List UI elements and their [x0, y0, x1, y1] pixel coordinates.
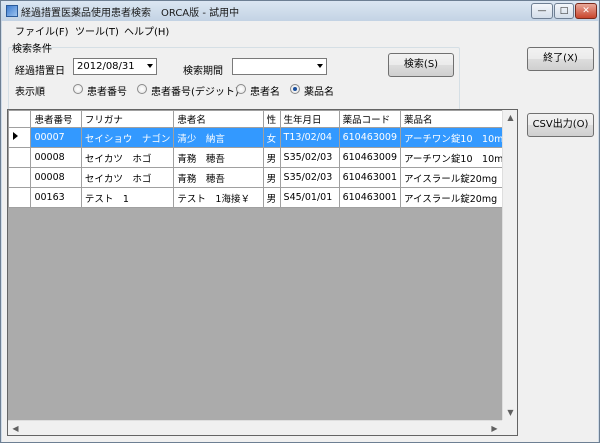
table-cell[interactable]: 清少 納言: [173, 127, 264, 148]
scroll-right-icon[interactable]: ▶: [487, 421, 502, 435]
table-cell[interactable]: 00008: [30, 147, 82, 168]
column-header[interactable]: フリガナ: [80, 110, 175, 128]
header-row: 患者番号 フリガナ 患者名 性 生年月日 薬品コード 薬品名: [8, 110, 517, 128]
window-title: 経過措置医薬品使用患者検索 ORCA版 - 試用中: [21, 8, 240, 19]
table-cell[interactable]: 男: [262, 187, 281, 208]
radio-icon: [73, 84, 83, 94]
app-icon: [6, 5, 18, 17]
table-cell[interactable]: 610463001: [338, 187, 402, 208]
table-cell[interactable]: 00008: [30, 167, 82, 188]
table-cell[interactable]: 青務 穂吾: [173, 167, 264, 188]
table-cell[interactable]: 男: [262, 167, 281, 188]
period-combo[interactable]: [232, 58, 327, 75]
sort-label: 表示順: [15, 87, 45, 98]
chevron-down-icon: [317, 64, 323, 68]
table-cell[interactable]: セイショウ ナゴン: [80, 127, 175, 148]
scrollbar-corner: [502, 420, 517, 435]
chevron-down-icon: [147, 64, 153, 68]
table-row[interactable]: 00008 セイカツ ホゴ 青務 穂吾男 S35/02/03 610463009 アーチワ…: [8, 147, 517, 168]
sort-option-label: 患者名: [250, 87, 280, 98]
table-cell[interactable]: 610463009: [338, 127, 402, 148]
minimize-button[interactable]: —: [531, 3, 553, 19]
search-button[interactable]: 検索(S): [388, 53, 454, 77]
table-cell[interactable]: 00163: [30, 187, 82, 208]
date-combo[interactable]: 2012/08/31: [73, 58, 157, 75]
client-area: ファイル(F) ツール(T) ヘルプ(H) 検索条件 経過措置日 2012/08…: [2, 21, 598, 442]
table-cell[interactable]: アイスラール錠20mg: [400, 167, 517, 188]
radio-selected-icon: [290, 84, 300, 94]
table-cell[interactable]: S45/01/01: [279, 187, 340, 208]
menu-file[interactable]: ファイル(F): [15, 23, 69, 38]
table-cell[interactable]: 女: [262, 127, 281, 148]
column-header[interactable]: 薬品名: [400, 110, 517, 128]
search-conditions-label: 検索条件: [12, 44, 52, 55]
csv-export-button[interactable]: CSV出力(O): [527, 113, 594, 137]
table-cell[interactable]: テスト 1海接￥: [173, 187, 264, 208]
table-cell[interactable]: S35/02/03: [279, 147, 340, 168]
row-header-corner: [8, 110, 32, 128]
column-header[interactable]: 患者名: [173, 110, 264, 128]
table-row[interactable]: 00007 セイショウ ナゴン 清少 納言女 T13/02/04 610463009 アー…: [8, 127, 517, 148]
menu-help[interactable]: ヘルプ(H): [124, 23, 169, 38]
date-value: 2012/08/31: [77, 61, 135, 72]
sort-option-label: 患者番号: [87, 87, 127, 98]
exit-button[interactable]: 終了(X): [527, 47, 594, 71]
vertical-scrollbar[interactable]: ▲ ▼: [502, 110, 517, 420]
column-header[interactable]: 薬品コード: [338, 110, 402, 128]
table-cell[interactable]: テスト 1: [80, 187, 175, 208]
maximize-button[interactable]: □: [554, 3, 574, 19]
radio-icon: [137, 84, 147, 94]
table-cell[interactable]: セイカツ ホゴ: [80, 167, 175, 188]
table-cell[interactable]: S35/02/03: [279, 167, 340, 188]
table-cell[interactable]: アーチワン錠10 10mg: [400, 127, 517, 148]
table-cell[interactable]: 610463009: [338, 147, 402, 168]
results-table: 患者番号 フリガナ 患者名 性 生年月日 薬品コード 薬品名 00007 セイショ…: [8, 110, 517, 208]
table-cell[interactable]: 610463001: [338, 167, 402, 188]
table-cell[interactable]: 00007: [30, 127, 82, 148]
current-row-arrow-icon: [13, 132, 18, 140]
row-header[interactable]: [8, 147, 32, 168]
app-window: 経過措置医薬品使用患者検索 ORCA版 - 試用中 — □ ✕ ファイル(F) …: [0, 0, 600, 443]
menu-tools[interactable]: ツール(T): [75, 23, 119, 38]
title-bar[interactable]: 経過措置医薬品使用患者検索 ORCA版 - 試用中 — □ ✕: [1, 1, 599, 21]
table-cell[interactable]: アーチワン錠10 10mg: [400, 147, 517, 168]
scroll-left-icon[interactable]: ◀: [8, 421, 23, 435]
table-cell[interactable]: 男: [262, 147, 281, 168]
scroll-up-icon[interactable]: ▲: [503, 110, 517, 125]
column-header[interactable]: 患者番号: [30, 110, 82, 128]
results-grid[interactable]: 患者番号 フリガナ 患者名 性 生年月日 薬品コード 薬品名 00007 セイショ…: [7, 109, 518, 436]
table-cell[interactable]: アイスラール錠20mg: [400, 187, 517, 208]
sort-option-label: 患者番号(デジット): [151, 87, 239, 98]
table-cell[interactable]: T13/02/04: [279, 127, 340, 148]
date-label: 経過措置日: [15, 66, 65, 77]
radio-icon: [236, 84, 246, 94]
column-header[interactable]: 生年月日: [279, 110, 340, 128]
row-header[interactable]: [8, 127, 32, 148]
period-label: 検索期間: [183, 66, 223, 77]
row-header[interactable]: [8, 187, 32, 208]
scroll-down-icon[interactable]: ▼: [503, 405, 517, 420]
close-button[interactable]: ✕: [575, 3, 597, 19]
sort-option-label: 薬品名: [304, 87, 334, 98]
table-cell[interactable]: 青務 穂吾: [173, 147, 264, 168]
table-row[interactable]: 00163 テスト 1 テスト 1海接￥ 男 S45/01/01 610463001 アイス…: [8, 187, 517, 208]
menu-bar: ファイル(F) ツール(T) ヘルプ(H): [2, 21, 598, 38]
row-header[interactable]: [8, 167, 32, 188]
table-cell[interactable]: セイカツ ホゴ: [80, 147, 175, 168]
table-row[interactable]: 00008 セイカツ ホゴ 青務 穂吾男 S35/02/03 610463001 アイスラ…: [8, 167, 517, 188]
horizontal-scrollbar[interactable]: ◀ ▶: [8, 420, 502, 435]
column-header[interactable]: 性: [262, 110, 281, 128]
